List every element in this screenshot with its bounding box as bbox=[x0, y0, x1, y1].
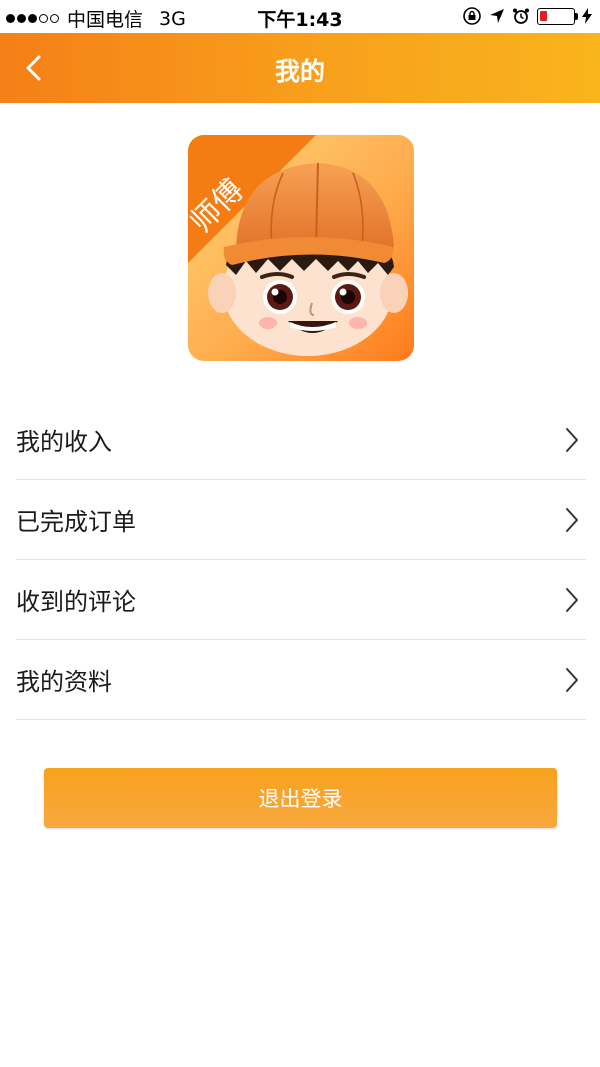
nav-bar: 我的 bbox=[0, 33, 600, 103]
chevron-right-icon bbox=[566, 427, 578, 452]
menu-item-received-reviews[interactable]: 收到的评论 bbox=[16, 560, 586, 640]
menu-item-label: 收到的评论 bbox=[16, 588, 136, 616]
menu-list: 我的收入 已完成订单 收到的评论 我的资料 bbox=[16, 400, 586, 720]
logout-button[interactable]: 退出登录 bbox=[44, 768, 557, 828]
menu-item-my-profile[interactable]: 我的资料 bbox=[16, 640, 586, 720]
worker-avatar-illustration: 师傅 bbox=[188, 135, 414, 361]
menu-item-label: 我的收入 bbox=[16, 428, 112, 456]
menu-item-label: 已完成订单 bbox=[16, 508, 136, 536]
menu-item-completed-orders[interactable]: 已完成订单 bbox=[16, 480, 586, 560]
chevron-right-icon bbox=[566, 507, 578, 532]
menu-item-label: 我的资料 bbox=[16, 668, 112, 696]
alarm-icon bbox=[513, 8, 529, 24]
chevron-right-icon bbox=[566, 587, 578, 612]
avatar[interactable]: 师傅 bbox=[188, 135, 414, 361]
menu-item-income[interactable]: 我的收入 bbox=[16, 400, 586, 480]
location-icon bbox=[490, 9, 504, 23]
battery-icon bbox=[537, 7, 578, 25]
charging-icon bbox=[582, 8, 592, 24]
page-title: 我的 bbox=[274, 57, 325, 86]
chevron-right-icon bbox=[566, 667, 578, 692]
orientation-lock-icon bbox=[463, 7, 481, 25]
status-right bbox=[462, 6, 592, 26]
status-bar: 中国电信 3G 下午1:43 bbox=[0, 0, 600, 33]
